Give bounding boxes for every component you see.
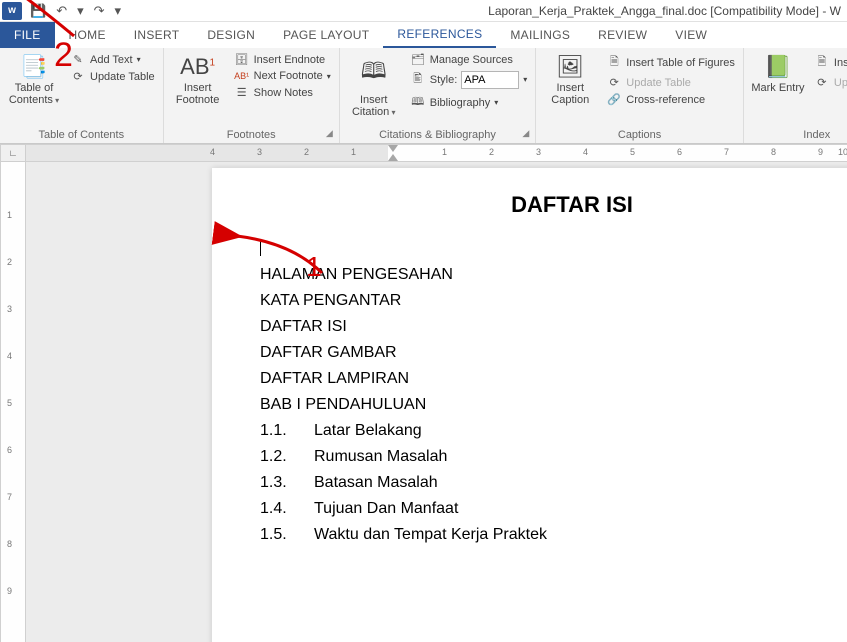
hanging-indent-marker-icon[interactable] — [388, 154, 398, 161]
tab-references[interactable]: REFERENCES — [383, 22, 496, 48]
add-text-icon: ✎ — [70, 53, 86, 66]
indent-marker-icon[interactable] — [388, 145, 398, 152]
word-app-icon: w — [2, 2, 22, 20]
manage-sources-icon: 🗂 — [410, 53, 426, 66]
footnote-label: Insert Footnote — [170, 82, 226, 106]
ribbon: 📑 Table of Contents ✎ Add Text▾ ⟳ Update… — [0, 48, 847, 144]
redo-icon[interactable]: ↷ — [94, 3, 105, 19]
cross-ref-icon: 🔗 — [606, 93, 622, 106]
group-citations: 🕮 Insert Citation 🗂 Manage Sources 🖺 Sty… — [340, 48, 537, 143]
show-notes-button[interactable]: ☰ Show Notes — [232, 85, 333, 100]
doc-line: BAB I PENDAHULUAN — [260, 396, 847, 414]
doc-line: DAFTAR LAMPIRAN — [260, 370, 847, 388]
tab-file[interactable]: FILE — [0, 22, 55, 48]
tab-page-layout[interactable]: PAGE LAYOUT — [269, 22, 383, 48]
group-table-of-contents: 📑 Table of Contents ✎ Add Text▾ ⟳ Update… — [0, 48, 164, 143]
quick-access-toolbar: 💾 ↶ ▾ ↷ ▾ — [30, 3, 121, 19]
tab-review[interactable]: REVIEW — [584, 22, 661, 48]
tab-design[interactable]: DESIGN — [193, 22, 269, 48]
mark-entry-button[interactable]: 📗 Mark Entry — [750, 52, 806, 94]
endnote-icon: 🗄 — [234, 53, 250, 66]
group-label-citations: Citations & Bibliography◢ — [346, 127, 530, 141]
group-label-index: Index — [750, 127, 847, 141]
citation-icon: 🕮 — [361, 54, 387, 92]
horizontal-ruler[interactable]: 4 3 2 1 1 2 3 4 5 6 7 8 9 10 — [26, 144, 847, 162]
citation-label: Insert Citation — [346, 94, 402, 118]
tof-icon: 🗎 — [606, 53, 622, 72]
window-title: Laporan_Kerja_Praktek_Angga_final.doc [C… — [121, 4, 845, 18]
document-area[interactable]: DAFTAR ISI HALAMAN PENGESAHAN KATA PENGA… — [26, 162, 847, 642]
tab-stop-selector[interactable]: ∟ — [0, 144, 26, 162]
update-tof-button[interactable]: ⟳ Update Table — [604, 75, 737, 90]
bibliography-button[interactable]: 🕮 Bibliography▾ — [408, 92, 530, 113]
tab-view[interactable]: VIEW — [661, 22, 721, 48]
toc-icon: 📑 — [20, 54, 47, 80]
update-tof-icon: ⟳ — [606, 76, 622, 89]
qat-more-icon[interactable]: ▾ — [77, 3, 84, 19]
doc-subline: 1.4.Tujuan Dan Manfaat — [260, 500, 847, 518]
doc-line: KATA PENGANTAR — [260, 292, 847, 310]
insert-footnote-button[interactable]: AB1 Insert Footnote — [170, 52, 226, 106]
group-label-toc: Table of Contents — [6, 127, 157, 141]
doc-subline: 1.2.Rumusan Masalah — [260, 448, 847, 466]
ruler-bar: ∟ 4 3 2 1 1 2 3 4 5 6 7 8 9 10 — [0, 144, 847, 162]
style-row: 🖺 Style: ▾ — [408, 69, 530, 90]
update-index-icon: ⟳ — [814, 76, 830, 89]
insert-table-of-figures-button[interactable]: 🗎 Insert Table of Figures — [604, 52, 737, 73]
show-notes-icon: ☰ — [234, 86, 250, 99]
group-captions: 🖼 Insert Caption 🗎 Insert Table of Figur… — [536, 48, 744, 143]
tab-insert[interactable]: INSERT — [120, 22, 194, 48]
style-label: Style: — [430, 74, 458, 86]
next-footnote-button[interactable]: AB¹ Next Footnote▾ — [232, 69, 333, 83]
page[interactable]: DAFTAR ISI HALAMAN PENGESAHAN KATA PENGA… — [212, 168, 847, 642]
vertical-ruler[interactable]: 1 2 3 4 5 6 7 8 9 — [0, 162, 26, 642]
insert-citation-button[interactable]: 🕮 Insert Citation — [346, 52, 402, 118]
add-text-button[interactable]: ✎ Add Text▾ — [68, 52, 157, 67]
document-title: DAFTAR ISI — [260, 192, 847, 218]
style-icon: 🖺 — [410, 70, 426, 89]
doc-line: HALAMAN PENGESAHAN — [260, 266, 847, 284]
next-footnote-icon: AB¹ — [234, 71, 250, 81]
tab-home[interactable]: HOME — [55, 22, 120, 48]
doc-subline: 1.1.Latar Belakang — [260, 422, 847, 440]
caption-label: Insert Caption — [542, 82, 598, 106]
footnote-icon: AB1 — [180, 54, 215, 80]
insert-index-icon: 🗎 — [814, 53, 830, 72]
style-select[interactable] — [461, 71, 519, 89]
insert-index-button[interactable]: 🗎 Insert Ind — [812, 52, 847, 73]
doc-line: DAFTAR GAMBAR — [260, 344, 847, 362]
doc-subline: 1.5.Waktu dan Tempat Kerja Praktek — [260, 526, 847, 544]
workspace: 1 2 3 4 5 6 7 8 9 DAFTAR ISI HALAMAN PEN… — [0, 162, 847, 642]
undo-icon[interactable]: ↶ — [56, 3, 67, 19]
doc-line: DAFTAR ISI — [260, 318, 847, 336]
caption-icon: 🖼 — [556, 54, 584, 80]
insert-endnote-button[interactable]: 🗄 Insert Endnote — [232, 52, 333, 67]
mark-entry-label: Mark Entry — [751, 82, 804, 94]
doc-subline: 1.3.Batasan Masalah — [260, 474, 847, 492]
manage-sources-button[interactable]: 🗂 Manage Sources — [408, 52, 530, 67]
group-label-footnotes: Footnotes◢ — [170, 127, 333, 141]
tab-mailings[interactable]: MAILINGS — [496, 22, 584, 48]
cross-reference-button[interactable]: 🔗 Cross-reference — [604, 92, 737, 107]
text-cursor — [260, 240, 261, 256]
group-footnotes: AB1 Insert Footnote 🗄 Insert Endnote AB¹… — [164, 48, 340, 143]
mark-entry-icon: 📗 — [764, 54, 791, 80]
group-label-captions: Captions — [542, 127, 737, 141]
title-bar: w 💾 ↶ ▾ ↷ ▾ Laporan_Kerja_Praktek_Angga_… — [0, 0, 847, 22]
update-index-button[interactable]: ⟳ Update In — [812, 75, 847, 90]
save-icon[interactable]: 💾 — [30, 3, 46, 19]
table-of-contents-button[interactable]: 📑 Table of Contents — [6, 52, 62, 106]
bibliography-icon: 🕮 — [410, 93, 426, 112]
toc-label: Table of Contents — [6, 82, 62, 106]
update-table-button[interactable]: ⟳ Update Table — [68, 69, 157, 84]
ribbon-tabs: FILE HOME INSERT DESIGN PAGE LAYOUT REFE… — [0, 22, 847, 48]
group-index: 📗 Mark Entry 🗎 Insert Ind ⟳ Update In In… — [744, 48, 847, 143]
insert-caption-button[interactable]: 🖼 Insert Caption — [542, 52, 598, 107]
citations-launcher-icon[interactable]: ◢ — [522, 128, 529, 139]
update-table-icon: ⟳ — [70, 70, 86, 83]
footnotes-launcher-icon[interactable]: ◢ — [326, 128, 333, 139]
